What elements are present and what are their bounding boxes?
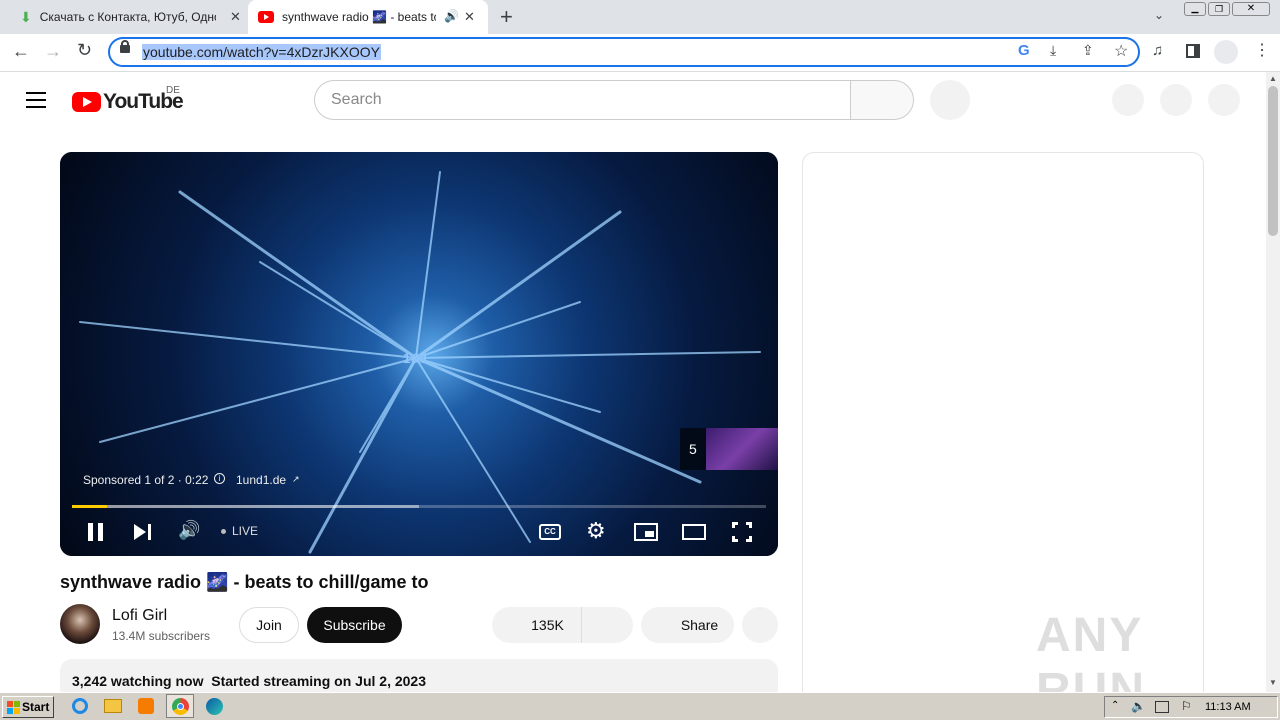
lock-shackle (121, 40, 129, 48)
channel-avatar[interactable] (60, 604, 100, 644)
youtube-play-logo-icon (72, 92, 101, 112)
pause-icon[interactable] (88, 523, 104, 541)
share-button[interactable]: Share (641, 607, 734, 643)
profile-avatar-icon[interactable] (1214, 40, 1238, 64)
youtube-favicon-icon (258, 11, 274, 23)
media-player-icon[interactable] (138, 698, 154, 714)
tab-title: Скачать с Контакта, Ютуб, Однок (39, 10, 216, 24)
dislike-button[interactable] (581, 607, 633, 643)
new-tab-button[interactable]: + (500, 4, 513, 30)
volume-tray-icon[interactable]: 🔈 (1131, 699, 1146, 713)
edge-icon[interactable] (206, 698, 223, 715)
close-tab-icon[interactable]: ✕ (464, 9, 475, 25)
captions-icon[interactable]: CC (539, 524, 561, 540)
advertiser-logo: 1&1 (403, 350, 429, 366)
anyrun-watermark: ANY RUN (1036, 609, 1146, 692)
scroll-down-icon[interactable]: ▼ (1269, 678, 1277, 687)
windows-logo-icon (7, 700, 20, 714)
share-label: Share (680, 617, 719, 633)
chrome-menu-icon[interactable]: ⋮ (1254, 40, 1270, 60)
back-icon[interactable]: ← (12, 41, 30, 62)
close-tab-icon[interactable]: ✕ (230, 9, 241, 25)
search-placeholder: Search (331, 91, 382, 108)
internet-explorer-icon[interactable] (72, 698, 88, 714)
channel-name[interactable]: Lofi Girl (112, 607, 167, 625)
theater-mode-icon[interactable] (682, 524, 706, 540)
minimize-button[interactable]: ▁ (1184, 2, 1206, 16)
download-favicon-icon: ⬇ (20, 8, 32, 25)
countdown-number: 5 (689, 441, 697, 457)
network-tray-icon[interactable] (1155, 701, 1169, 713)
subscriber-count: 13.4M subscribers (112, 629, 211, 643)
close-window-button[interactable]: ✕ (1232, 2, 1270, 16)
bookmark-star-icon[interactable]: ☆ (1114, 41, 1128, 61)
volume-icon[interactable]: 🔊 (178, 520, 200, 541)
install-app-icon[interactable]: ⤓ (1050, 42, 1056, 59)
forward-icon[interactable]: → (44, 41, 62, 62)
fullscreen-icon[interactable] (732, 522, 752, 542)
notifications-button[interactable] (1160, 84, 1192, 116)
settings-gear-icon[interactable]: ⚙ (586, 518, 606, 544)
create-button[interactable] (1112, 84, 1144, 116)
next-icon[interactable] (134, 524, 152, 540)
ad-countdown[interactable]: 5 (680, 428, 778, 470)
restore-button[interactable]: ❐ (1208, 2, 1230, 16)
tab-vk-download[interactable]: ⬇ Скачать с Контакта, Ютуб, Однок ✕ (8, 0, 248, 34)
system-tray: ⌃ 🔈 ⚐ 11:13 AM (1104, 696, 1278, 718)
tab-synthwave[interactable]: synthwave radio 🌌 - beats to c 🔊 ✕ (248, 0, 488, 34)
clock[interactable]: 11:13 AM (1205, 701, 1251, 713)
external-link-icon: ↗ (292, 474, 300, 484)
scroll-up-icon[interactable]: ▲ (1269, 74, 1277, 83)
side-panel-icon[interactable] (1186, 44, 1200, 58)
page-scrollbar[interactable]: ▲ ▼ (1266, 72, 1280, 692)
google-lens-icon[interactable]: G (1018, 42, 1030, 59)
join-button[interactable]: Join (239, 607, 299, 643)
action-center-flag-icon[interactable]: ⚐ (1181, 699, 1192, 713)
search-input[interactable]: Search (314, 80, 851, 120)
audio-playing-icon[interactable]: 🔊 (444, 9, 459, 23)
youtube-page: YouTube DE Search 1&1 5 Sponsored 1 of 2… (0, 72, 1266, 692)
browser-toolbar: ← → ↻ youtube.com/watch?v=4xDzrJKXOOY G … (0, 34, 1280, 72)
guide-menu-icon[interactable] (26, 92, 46, 108)
video-title: synthwave radio 🌌 - beats to chill/game … (60, 572, 429, 592)
region-code: DE (166, 85, 180, 96)
more-actions-button[interactable] (742, 607, 778, 643)
media-control-icon[interactable]: ♫ (1152, 42, 1163, 59)
like-count: 135K (531, 617, 564, 633)
tab-title: synthwave radio 🌌 - beats to c (282, 10, 436, 24)
share-page-icon[interactable]: ⇪ (1082, 42, 1094, 59)
browser-tab-strip: ⬇ Скачать с Контакта, Ютуб, Однок ✕ synt… (0, 0, 1280, 34)
tray-expand-icon[interactable]: ⌃ (1111, 700, 1119, 711)
description-box[interactable]: 3,242 watching now Started streaming on … (60, 659, 778, 692)
url-text[interactable]: youtube.com/watch?v=4xDzrJKXOOY (142, 44, 381, 60)
live-dot (221, 529, 226, 534)
info-icon[interactable]: i (214, 473, 225, 484)
description-meta: 3,242 watching now Started streaming on … (72, 673, 426, 689)
next-video-thumbnail (706, 428, 778, 470)
subscribe-button[interactable]: Subscribe (307, 607, 402, 643)
progress-played (72, 505, 107, 508)
chrome-taskbar-icon[interactable] (166, 694, 194, 718)
address-bar[interactable]: youtube.com/watch?v=4xDzrJKXOOY G ⤓ ⇪ ☆ (108, 37, 1140, 67)
progress-buffer (72, 505, 419, 508)
ad-domain-link[interactable]: 1und1.de (236, 473, 286, 487)
start-button[interactable]: Start (2, 696, 54, 718)
scroll-thumb[interactable] (1268, 86, 1278, 236)
ad-info: Sponsored 1 of 2 · 0:22 (83, 473, 209, 487)
account-avatar[interactable] (1208, 84, 1240, 116)
progress-bar[interactable] (72, 505, 766, 508)
tab-search-icon[interactable]: ⌄ (1154, 8, 1164, 22)
search-button[interactable] (850, 80, 914, 120)
taskbar: Start ⌃ 🔈 ⚐ 11:13 AM (0, 692, 1280, 720)
live-badge[interactable]: LIVE (232, 524, 258, 538)
like-button[interactable]: 135K (492, 607, 581, 643)
video-player[interactable]: 1&1 5 Sponsored 1 of 2 · 0:22 i 1und1.de… (60, 152, 778, 556)
voice-search-button[interactable] (930, 80, 970, 120)
file-explorer-icon[interactable] (104, 699, 122, 713)
reload-icon[interactable]: ↻ (77, 40, 92, 61)
miniplayer-icon[interactable] (634, 523, 658, 541)
